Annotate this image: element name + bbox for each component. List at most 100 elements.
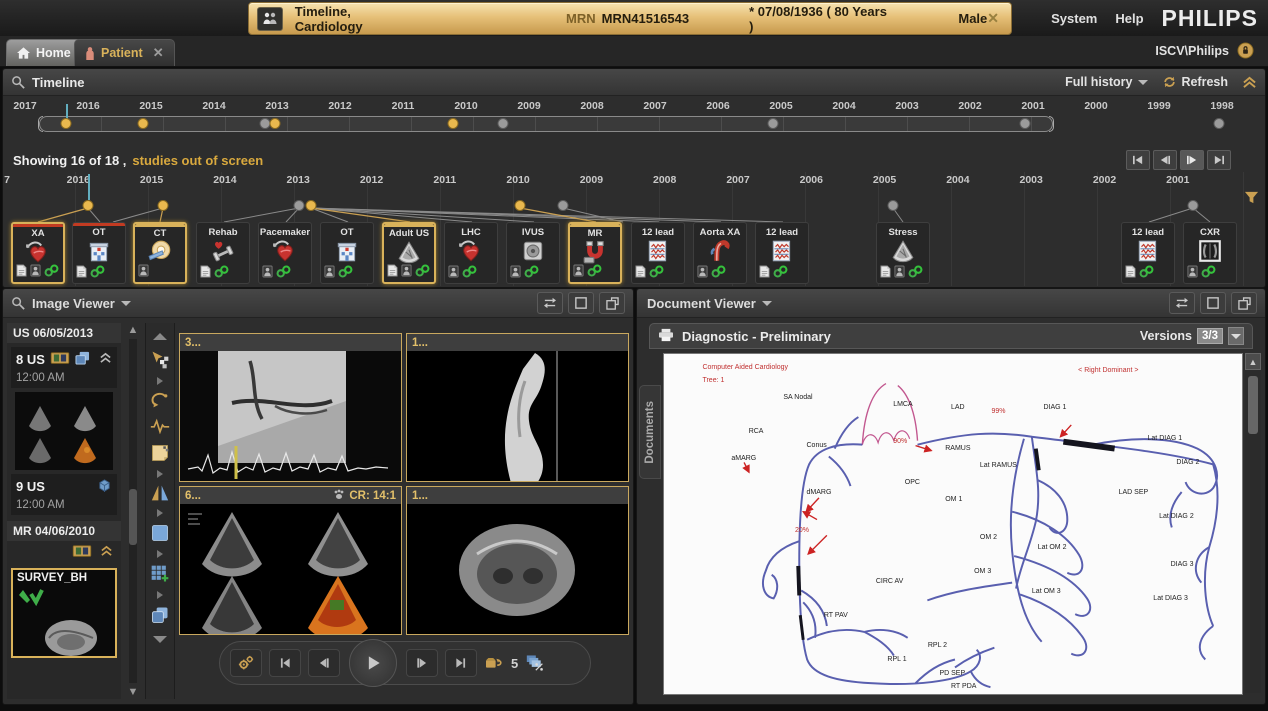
- prev-frame-button[interactable]: [308, 649, 340, 677]
- window-tool-icon[interactable]: [150, 523, 170, 546]
- study-card-stress[interactable]: Stress: [876, 222, 930, 284]
- loop-mode-icon[interactable]: [484, 654, 504, 673]
- scroll-up-icon[interactable]: [152, 330, 168, 344]
- scroll-up-icon[interactable]: ▲: [128, 323, 139, 337]
- study-dot[interactable]: [768, 118, 779, 129]
- study-card-rehab[interactable]: Rehab: [196, 222, 250, 284]
- rail-scrollbar[interactable]: ▲ ▼: [123, 323, 143, 699]
- study-dot[interactable]: [138, 118, 149, 129]
- popout-button[interactable]: [599, 292, 625, 314]
- next-frame-button[interactable]: [406, 649, 438, 677]
- stack-speed-icon[interactable]: [525, 653, 545, 674]
- studies-offscreen-link[interactable]: studies out of screen: [132, 153, 263, 168]
- study-card-xa[interactable]: XA: [11, 222, 65, 284]
- versions-dropdown[interactable]: [1228, 327, 1244, 345]
- study-dot[interactable]: [498, 118, 509, 129]
- play-button[interactable]: [349, 639, 397, 687]
- study-dot[interactable]: [558, 200, 569, 211]
- tool-expander-icon[interactable]: [156, 550, 164, 560]
- pager-first-button[interactable]: [1126, 150, 1150, 170]
- series-section-header[interactable]: US 06/05/2013: [7, 323, 121, 343]
- series-item-9us[interactable]: 9 US 12:00 AM: [11, 474, 117, 515]
- swap-panels-button[interactable]: [1169, 292, 1195, 314]
- viewport-3[interactable]: 6... CR: 14:1: [179, 486, 402, 635]
- study-card-aorta-xa[interactable]: Aorta XA: [693, 222, 747, 284]
- filter-funnel-icon[interactable]: [1244, 190, 1259, 208]
- pager-prev-button[interactable]: [1153, 150, 1177, 170]
- undo-tool-icon[interactable]: [150, 391, 170, 412]
- study-dot[interactable]: [158, 200, 169, 211]
- study-dot[interactable]: [61, 118, 72, 129]
- study-card-ivus[interactable]: IVUS: [506, 222, 560, 284]
- chevron-down-icon[interactable]: [121, 301, 131, 306]
- tool-expander-icon[interactable]: [156, 591, 164, 601]
- tab-close-icon[interactable]: ✕: [153, 45, 164, 61]
- study-dot[interactable]: [1020, 118, 1031, 129]
- timeline-range-slider[interactable]: [39, 116, 1053, 132]
- menu-system[interactable]: System: [1051, 11, 1097, 26]
- study-dot[interactable]: [270, 118, 281, 129]
- study-dot[interactable]: [515, 200, 526, 211]
- first-frame-button[interactable]: [269, 649, 301, 677]
- document-scrollbar[interactable]: ▲: [1245, 353, 1261, 693]
- swap-panels-button[interactable]: [537, 292, 563, 314]
- collapse-series-icon[interactable]: [100, 545, 113, 560]
- study-dot[interactable]: [306, 200, 317, 211]
- tool-expander-icon[interactable]: [156, 377, 164, 387]
- collapse-series-icon[interactable]: [99, 352, 112, 367]
- doc-scroll-up-icon[interactable]: ▲: [1245, 353, 1261, 370]
- series-item-8us[interactable]: 8 US 12:00 AM: [11, 347, 117, 388]
- pager-next-button[interactable]: [1180, 150, 1204, 170]
- study-card-pacemaker[interactable]: Pacemaker: [258, 222, 312, 284]
- study-card-12-lead[interactable]: 12 lead: [755, 222, 809, 284]
- study-card-12-lead[interactable]: 12 lead: [631, 222, 685, 284]
- lock-icon[interactable]: [1237, 42, 1254, 59]
- maximize-button[interactable]: [568, 292, 594, 314]
- scroll-down-icon[interactable]: [152, 634, 168, 648]
- menu-help[interactable]: Help: [1115, 11, 1143, 26]
- layout-tool-icon[interactable]: [150, 564, 170, 587]
- study-dot[interactable]: [448, 118, 459, 129]
- study-dot[interactable]: [1188, 200, 1199, 211]
- document-page[interactable]: Computer Aided CardiologyTree: 1< Right …: [663, 353, 1243, 695]
- study-dot[interactable]: [294, 200, 305, 211]
- series-section-header-mr[interactable]: MR 04/06/2010: [7, 521, 121, 541]
- tool-expander-icon[interactable]: [156, 509, 164, 519]
- study-card-lhc[interactable]: LHC: [444, 222, 498, 284]
- ecg-tool-icon[interactable]: [150, 418, 170, 437]
- cine-settings-button[interactable]: [230, 649, 262, 677]
- tool-expander-icon[interactable]: [156, 470, 164, 480]
- compare-tool-icon[interactable]: [150, 484, 170, 505]
- last-frame-button[interactable]: [445, 649, 477, 677]
- report-tool-icon[interactable]: [150, 443, 170, 466]
- study-card-ct[interactable]: CT: [133, 222, 187, 284]
- study-dot[interactable]: [1214, 118, 1225, 129]
- maximize-button[interactable]: [1200, 292, 1226, 314]
- layers-tool-icon[interactable]: [150, 605, 170, 628]
- viewport-4[interactable]: 1...: [406, 486, 629, 635]
- documents-side-tab[interactable]: Documents: [639, 385, 661, 479]
- chevron-down-icon[interactable]: [762, 301, 772, 306]
- study-dot[interactable]: [888, 200, 899, 211]
- refresh-button[interactable]: Refresh: [1162, 75, 1228, 89]
- study-dot[interactable]: [83, 200, 94, 211]
- viewport-1[interactable]: 3...: [179, 333, 402, 482]
- study-card-ot[interactable]: OT: [72, 222, 126, 284]
- study-card-12-lead[interactable]: 12 lead: [1121, 222, 1175, 284]
- full-history-dropdown[interactable]: Full history: [1065, 75, 1148, 89]
- study-card-adult-us[interactable]: Adult US: [382, 222, 436, 284]
- tab-patient[interactable]: Patient ✕: [74, 39, 175, 66]
- scroll-down-icon[interactable]: ▼: [128, 685, 139, 699]
- viewport-2[interactable]: 1...: [406, 333, 629, 482]
- collapse-panel-icon[interactable]: [1242, 76, 1257, 89]
- banner-close-icon[interactable]: ✕: [987, 10, 999, 27]
- survey-thumbnail[interactable]: SURVEY_BH: [11, 568, 117, 658]
- popout-button[interactable]: [1231, 292, 1257, 314]
- tab-home[interactable]: Home: [6, 39, 82, 66]
- navigate-tool-icon[interactable]: [150, 350, 170, 373]
- study-card-mr[interactable]: MR: [568, 222, 622, 284]
- study-card-ot[interactable]: OT: [320, 222, 374, 284]
- us-montage-thumbnail[interactable]: [15, 392, 113, 470]
- study-card-cxr[interactable]: CXR: [1183, 222, 1237, 284]
- pager-last-button[interactable]: [1207, 150, 1231, 170]
